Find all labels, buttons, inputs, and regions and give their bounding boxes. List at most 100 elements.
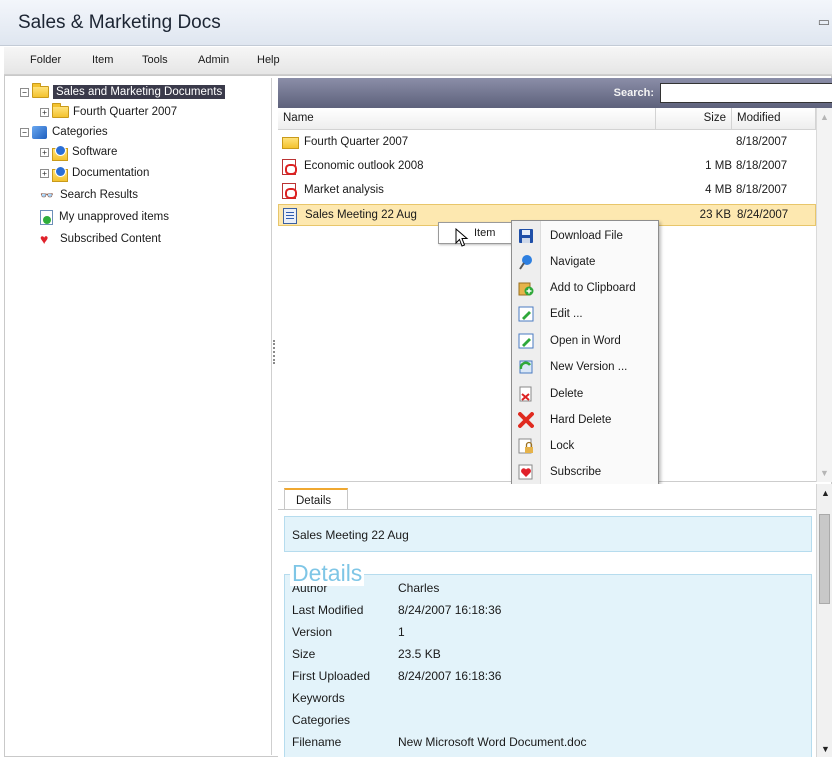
- menu-item-navigate[interactable]: Navigate: [512, 249, 658, 275]
- file-list-scrollbar[interactable]: ▲ ▼: [816, 108, 832, 482]
- categories-icon: [32, 125, 47, 139]
- collapse-icon[interactable]: −: [20, 87, 29, 97]
- file-name: Fourth Quarter 2007: [304, 136, 409, 148]
- search-label: Search:: [613, 87, 654, 99]
- menu-item-hard-delete[interactable]: Hard Delete: [512, 407, 658, 433]
- save-disk-icon: [519, 229, 533, 243]
- property-key: Last Modified: [292, 603, 364, 617]
- column-header-name[interactable]: Name: [278, 108, 656, 130]
- title-bar: Sales & Marketing Docs ▭: [0, 0, 832, 46]
- menu-item-download-file[interactable]: Download File: [512, 223, 658, 249]
- details-properties-panel: Author Charles Last Modified 8/24/2007 1…: [284, 574, 812, 757]
- property-row: Categories: [292, 709, 792, 731]
- details-item-title: Sales Meeting 22 Aug: [284, 516, 812, 552]
- menu-tools[interactable]: Tools: [142, 54, 168, 66]
- column-header-modified[interactable]: Modified: [732, 108, 816, 130]
- search-input[interactable]: [660, 83, 832, 103]
- folder-icon: [52, 103, 69, 118]
- tree-label: Documentation: [72, 167, 150, 179]
- scroll-down-icon[interactable]: ▼: [821, 744, 830, 754]
- file-modified: 8/24/2007: [737, 209, 789, 221]
- tree-item-search-results[interactable]: 👓 Search Results: [40, 185, 138, 205]
- property-key: Size: [292, 647, 316, 661]
- property-key: Keywords: [292, 691, 345, 705]
- context-menu: Download File Navigate Add to Clipboard …: [511, 220, 659, 488]
- window-control-icon[interactable]: ▭: [818, 14, 830, 30]
- property-row: First Uploaded 8/24/2007 16:18:36: [292, 665, 792, 687]
- folder-icon: [282, 137, 299, 149]
- file-modified: 8/18/2007: [736, 136, 788, 148]
- menu-item-label: Delete: [550, 388, 584, 400]
- file-modified: 8/18/2007: [736, 184, 788, 196]
- menu-item-subscribe[interactable]: Subscribe: [512, 459, 658, 485]
- word-document-icon: [283, 208, 297, 224]
- file-row[interactable]: Fourth Quarter 2007 8/18/2007: [278, 132, 816, 154]
- menu-item-delete[interactable]: Delete: [512, 381, 658, 407]
- menu-help[interactable]: Help: [257, 54, 280, 66]
- menu-item-label: Edit ...: [550, 308, 583, 320]
- folder-icon: [32, 83, 49, 98]
- menu-admin[interactable]: Admin: [198, 54, 229, 66]
- scroll-up-icon[interactable]: ▲: [820, 112, 829, 122]
- tree-label: Search Results: [60, 189, 138, 201]
- column-header-size[interactable]: Size: [656, 108, 732, 130]
- tree-item-subscribed[interactable]: ♥ Subscribed Content: [40, 229, 161, 249]
- new-version-icon: [519, 360, 533, 374]
- menu-item[interactable]: Item: [92, 54, 113, 66]
- tree-item-unapproved[interactable]: My unapproved items: [40, 207, 169, 227]
- tab-divider: [278, 509, 818, 510]
- tree-item-software[interactable]: + Software: [40, 142, 117, 162]
- property-value: 23.5 KB: [398, 647, 441, 661]
- expand-icon[interactable]: +: [40, 168, 49, 178]
- scrollbar-thumb[interactable]: [819, 514, 830, 604]
- open-in-word-icon: [518, 333, 534, 349]
- property-row: Filename New Microsoft Word Document.doc: [292, 731, 792, 753]
- menu-item-label: Open in Word: [550, 335, 621, 347]
- menu-folder[interactable]: Folder: [30, 54, 61, 66]
- menu-item-open-in-word[interactable]: Open in Word: [512, 328, 658, 354]
- file-row[interactable]: Market analysis 4 MB 8/18/2007: [278, 180, 816, 202]
- details-pane: Details Sales Meeting 22 Aug Author Char…: [278, 484, 832, 757]
- document-manager-window: Sales & Marketing Docs ▭ Folder Item Too…: [0, 0, 832, 757]
- details-heading: Details: [290, 560, 365, 586]
- file-row[interactable]: Economic outlook 2008 1 MB 8/18/2007: [278, 156, 816, 178]
- menu-item-label: New Version ...: [550, 361, 628, 373]
- tree-item-categories[interactable]: − Categories: [20, 122, 108, 142]
- tree-label: Fourth Quarter 2007: [73, 106, 178, 118]
- property-row: Author Charles: [292, 577, 792, 599]
- tree-label: Categories: [52, 126, 108, 138]
- scroll-up-icon[interactable]: ▲: [821, 488, 830, 498]
- scroll-down-icon[interactable]: ▼: [820, 468, 829, 478]
- navigation-tree: − Sales and Marketing Documents + Fourth…: [6, 78, 272, 755]
- expand-icon[interactable]: +: [40, 147, 49, 157]
- property-value: 1: [398, 625, 405, 639]
- menu-item-label: Download File: [550, 230, 623, 242]
- property-value: Charles: [398, 581, 440, 595]
- menu-item-label: Lock: [550, 440, 575, 452]
- document-approve-icon: [40, 209, 53, 225]
- pdf-icon: [282, 183, 297, 199]
- property-row: Size 23.5 KB: [292, 643, 792, 665]
- glasses-icon: 👓: [40, 189, 54, 202]
- property-value: 8/24/2007 16:18:36: [398, 669, 502, 683]
- tree-label: Subscribed Content: [60, 233, 162, 245]
- menu-item-lock[interactable]: Lock: [512, 433, 658, 459]
- drag-tooltip: Item: [438, 222, 514, 244]
- category-folder-icon: [52, 145, 68, 161]
- tree-item-documentation[interactable]: + Documentation: [40, 163, 149, 183]
- tab-details[interactable]: Details: [284, 488, 348, 510]
- tree-item-fourth-quarter[interactable]: + Fourth Quarter 2007: [40, 102, 177, 122]
- expand-icon[interactable]: +: [40, 107, 49, 117]
- menu-item-edit[interactable]: Edit ...: [512, 301, 658, 327]
- splitter-handle[interactable]: [273, 340, 276, 364]
- collapse-icon[interactable]: −: [20, 127, 29, 137]
- tree-item-root[interactable]: − Sales and Marketing Documents: [20, 82, 226, 102]
- file-size: 23 KB: [699, 209, 731, 221]
- navigate-pin-icon: [519, 255, 532, 270]
- menu-item-add-to-clipboard[interactable]: Add to Clipboard: [512, 275, 658, 301]
- file-size: 1 MB: [705, 160, 732, 172]
- mouse-cursor-icon: [455, 228, 469, 247]
- details-scrollbar[interactable]: ▲ ▼: [816, 484, 832, 757]
- menu-item-new-version[interactable]: New Version ...: [512, 354, 658, 380]
- property-key: First Uploaded: [292, 669, 371, 683]
